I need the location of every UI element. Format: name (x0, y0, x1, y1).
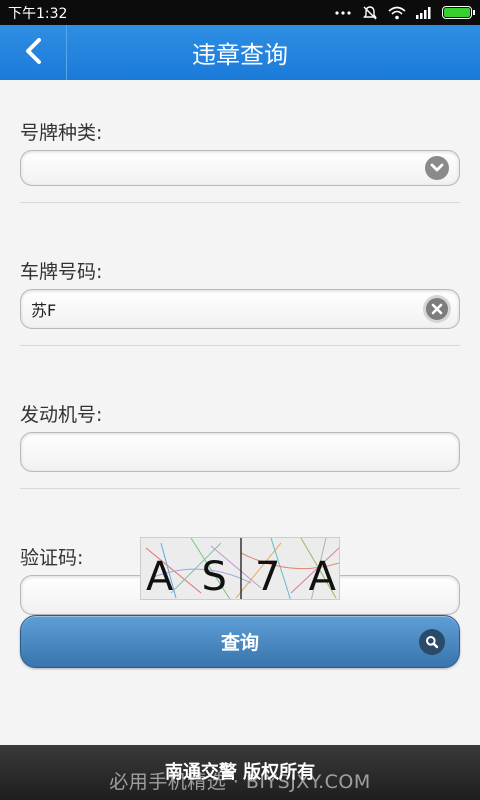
more-icon (334, 10, 352, 16)
divider (20, 202, 460, 203)
plate-type-select[interactable] (20, 150, 460, 186)
plate-number-field: 车牌号码: 苏F (20, 219, 460, 329)
captcha-image[interactable]: AS7A (140, 537, 340, 600)
signal-icon (416, 6, 432, 19)
clear-button[interactable] (423, 295, 451, 323)
plate-number-input[interactable]: 苏F (20, 289, 460, 329)
chevron-left-icon (23, 37, 43, 69)
plate-number-label: 车牌号码: (20, 261, 103, 283)
app-header: 违章查询 (0, 25, 480, 80)
engine-number-label: 发动机号: (20, 404, 103, 426)
back-button[interactable] (0, 25, 67, 80)
query-button-label: 查询 (220, 632, 259, 654)
divider (20, 345, 460, 346)
query-button[interactable]: 查询 (20, 615, 460, 668)
close-icon (426, 298, 448, 320)
status-bar: 下午1:32 (0, 0, 480, 25)
notifications-muted-icon (362, 5, 378, 21)
battery-icon (442, 6, 475, 19)
status-time: 下午1:32 (8, 5, 68, 22)
chevron-down-icon (425, 156, 449, 180)
plate-type-field: 号牌种类: (20, 80, 460, 186)
footer: 南通交警 版权所有 (0, 745, 480, 800)
status-icons (334, 5, 475, 21)
search-icon (419, 628, 445, 655)
page-title: 违章查询 (192, 41, 288, 69)
copyright-text: 南通交警 版权所有 (164, 762, 316, 783)
plate-type-label: 号牌种类: (20, 122, 103, 144)
wifi-icon (388, 6, 406, 20)
divider (20, 488, 460, 489)
plate-number-value: 苏F (31, 301, 57, 320)
engine-number-field: 发动机号: (20, 362, 460, 472)
engine-number-input[interactable] (20, 432, 460, 472)
